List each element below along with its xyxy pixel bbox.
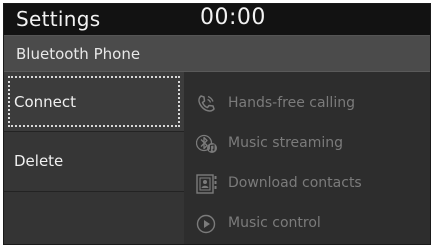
status-bar: Settings 00:00	[4, 4, 430, 36]
clock: 00:00	[200, 5, 266, 30]
feature-download-contacts: Download contacts	[186, 166, 426, 202]
delete-label: Delete	[14, 152, 64, 170]
feature-label: Download contacts	[228, 175, 362, 191]
feature-hands-free-calling: Hands-free calling	[186, 86, 426, 122]
section-header: Bluetooth Phone	[4, 36, 430, 72]
screen-title: Settings	[16, 7, 101, 31]
feature-music-control: Music control	[186, 206, 426, 242]
connect-label: Connect	[14, 93, 77, 111]
phone-icon	[196, 94, 216, 114]
feature-list: Hands-free calling Music streaming Downl…	[186, 72, 430, 244]
contacts-icon	[196, 174, 217, 194]
delete-button[interactable]: Delete	[4, 132, 184, 192]
bluetooth-menu: Connect Delete	[4, 72, 184, 244]
empty-menu-slot	[4, 192, 184, 244]
play-icon	[196, 214, 216, 234]
section-title: Bluetooth Phone	[16, 45, 141, 63]
feature-music-streaming: Music streaming	[186, 126, 426, 162]
connect-button[interactable]: Connect	[4, 72, 184, 132]
feature-label: Hands-free calling	[228, 95, 355, 111]
settings-screen: Settings 00:00 Bluetooth Phone Connect D…	[3, 3, 431, 245]
content-area: Connect Delete Hands-free calling Music …	[4, 72, 430, 244]
bluetooth-music-icon	[196, 134, 217, 154]
feature-label: Music streaming	[228, 135, 343, 151]
feature-label: Music control	[228, 215, 321, 231]
